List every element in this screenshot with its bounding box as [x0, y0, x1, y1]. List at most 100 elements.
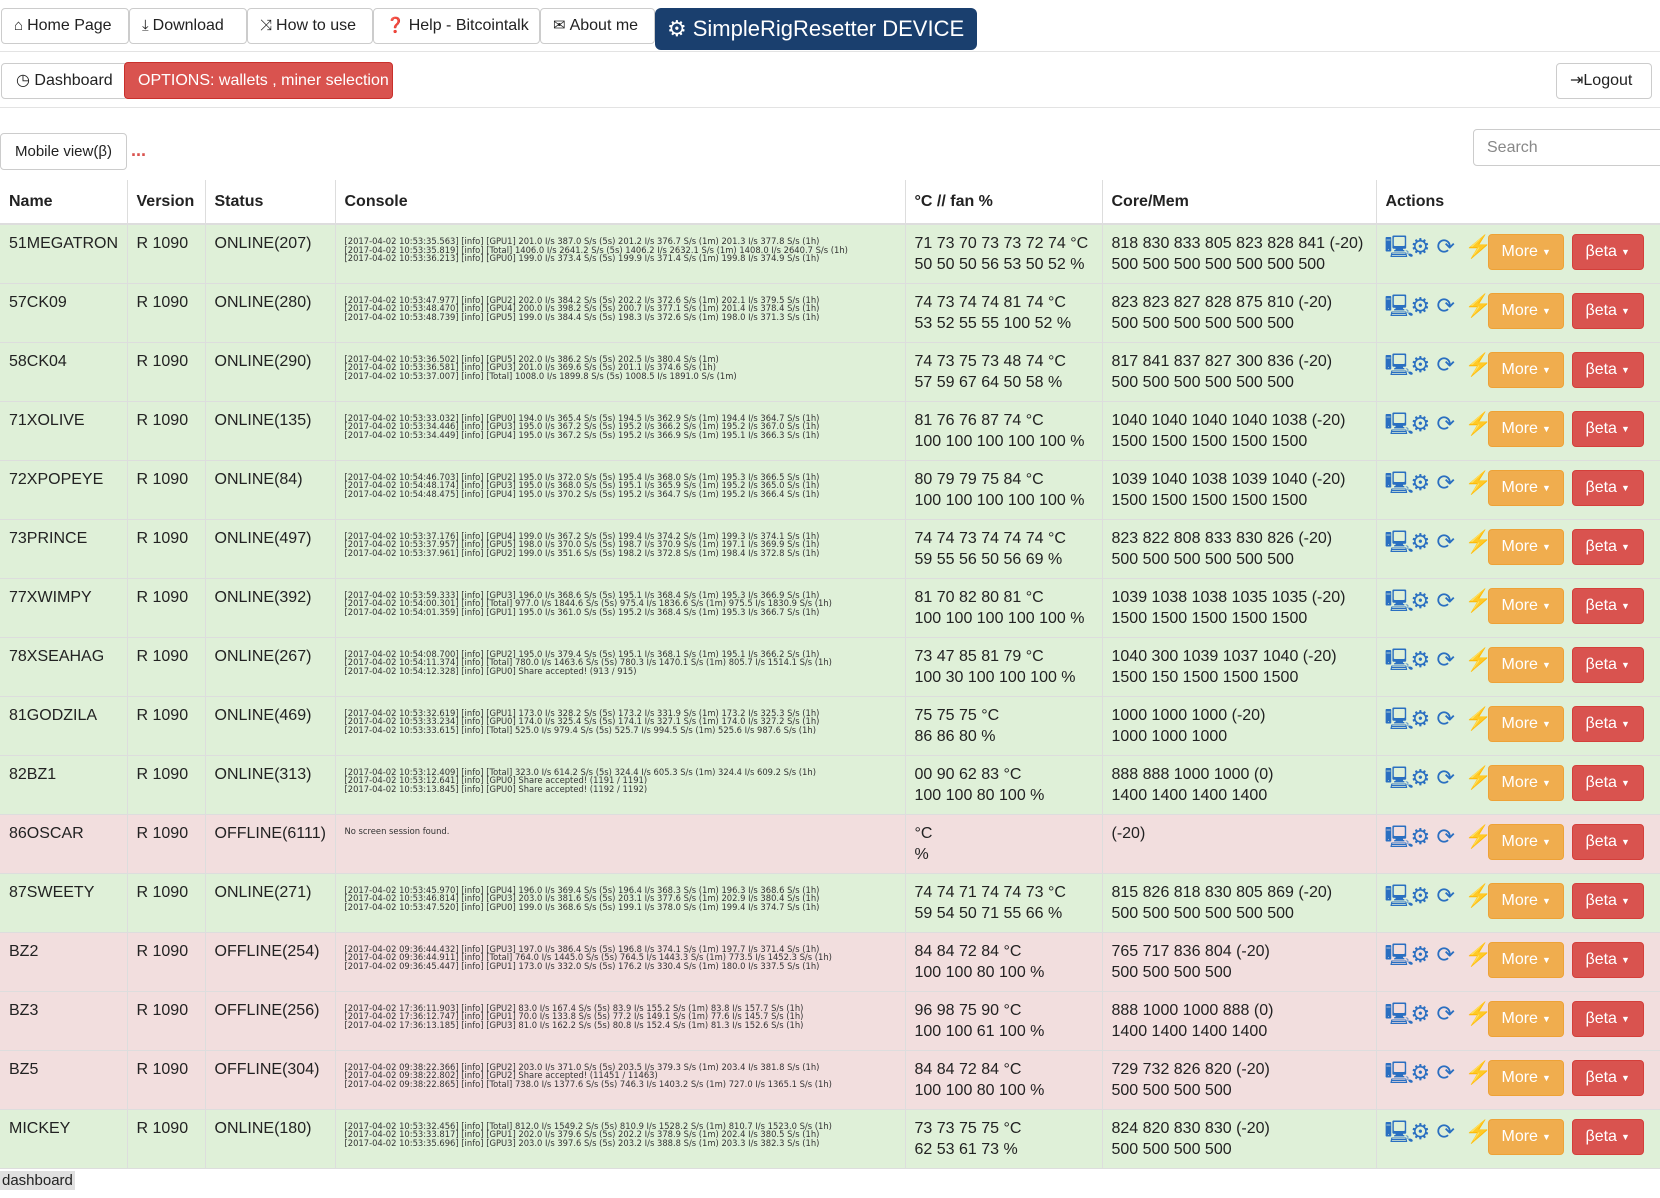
refresh-icon[interactable]: ⟳ — [1437, 411, 1455, 436]
refresh-icon[interactable]: ⟳ — [1437, 942, 1455, 967]
mobile-view-button[interactable]: Mobile view(β) — [0, 133, 127, 170]
gear-icon[interactable]: ⚙ — [1411, 1001, 1431, 1026]
refresh-icon[interactable]: ⟳ — [1437, 1060, 1455, 1085]
monitor-icon[interactable]: 🖳 — [1385, 765, 1414, 790]
more-dropdown-button[interactable]: More ▼ — [1487, 234, 1564, 270]
monitor-icon[interactable]: 🖳 — [1385, 235, 1414, 259]
refresh-icon[interactable]: ⟳ — [1437, 293, 1455, 318]
gear-icon[interactable]: ⚙ — [1411, 883, 1431, 908]
how-to-use-button[interactable]: ⤨ How to use — [247, 8, 373, 44]
more-dropdown-button[interactable]: More ▼ — [1487, 528, 1564, 565]
beta-dropdown-button[interactable]: βeta ▼ — [1571, 1000, 1644, 1037]
gear-icon[interactable]: ⚙ — [1411, 293, 1431, 318]
monitor-icon[interactable]: 🖳 — [1385, 824, 1414, 849]
more-dropdown-button[interactable]: More ▼ — [1487, 646, 1564, 683]
more-dropdown-button[interactable]: More ▼ — [1487, 292, 1564, 329]
monitor-icon[interactable]: 🖳 — [1385, 1119, 1414, 1144]
refresh-icon[interactable]: ⟳ — [1437, 883, 1455, 908]
more-dropdown-button[interactable]: More ▼ — [1487, 1118, 1564, 1155]
beta-dropdown-button[interactable]: βeta ▼ — [1571, 528, 1644, 565]
about-me-button[interactable]: ✉ About me — [540, 8, 655, 44]
gear-icon[interactable]: ⚙ — [1411, 1060, 1431, 1085]
download-button[interactable]: ⤓ Download — [129, 8, 247, 44]
rig-console: [2017-04-02 10:53:32.456] [info] [Total]… — [335, 1109, 906, 1169]
caret-down-icon: ▼ — [1620, 423, 1630, 434]
monitor-icon[interactable]: 🖳 — [1385, 529, 1414, 554]
gear-icon[interactable]: ⚙ — [1411, 765, 1431, 790]
gear-icon[interactable]: ⚙ — [1411, 588, 1431, 613]
refresh-icon[interactable]: ⟳ — [1437, 1119, 1455, 1144]
gear-icon[interactable]: ⚙ — [1411, 411, 1431, 436]
col-name[interactable]: Name — [0, 180, 128, 225]
col-temp-fan[interactable]: °C // fan % — [905, 180, 1103, 225]
gear-icon[interactable]: ⚙ — [1411, 824, 1431, 849]
more-dots[interactable]: ... — [131, 140, 146, 161]
more-dropdown-button[interactable]: More ▼ — [1487, 351, 1564, 388]
beta-dropdown-button[interactable]: βeta ▼ — [1571, 823, 1644, 860]
refresh-icon[interactable]: ⟳ — [1437, 588, 1455, 613]
home-page-button[interactable]: ⌂ Home Page — [1, 8, 129, 44]
gear-icon[interactable]: ⚙ — [1411, 1119, 1431, 1144]
monitor-icon[interactable]: 🖳 — [1385, 706, 1414, 731]
monitor-icon[interactable]: 🖳 — [1385, 1060, 1414, 1085]
more-dropdown-button[interactable]: More ▼ — [1487, 823, 1564, 860]
help-bitcointalk-button[interactable]: ❓ Help - Bitcointalk — [373, 8, 540, 44]
monitor-icon[interactable]: 🖳 — [1385, 293, 1414, 318]
monitor-icon[interactable]: 🖳 — [1385, 411, 1414, 436]
beta-dropdown-button[interactable]: βeta ▼ — [1571, 764, 1644, 801]
col-console[interactable]: Console — [335, 180, 906, 225]
monitor-icon[interactable]: 🖳 — [1385, 942, 1414, 967]
gear-icon[interactable]: ⚙ — [1411, 647, 1431, 672]
gear-icon[interactable]: ⚙ — [1411, 235, 1431, 259]
more-dropdown-button[interactable]: More ▼ — [1487, 764, 1564, 801]
search-input[interactable] — [1473, 129, 1660, 166]
logout-button[interactable]: ⇥Logout — [1556, 63, 1652, 99]
col-version[interactable]: Version — [127, 180, 206, 225]
gear-icon[interactable]: ⚙ — [1411, 470, 1431, 495]
refresh-icon[interactable]: ⟳ — [1437, 470, 1455, 495]
beta-dropdown-button[interactable]: βeta ▼ — [1571, 941, 1644, 978]
beta-dropdown-button[interactable]: βeta ▼ — [1571, 646, 1644, 683]
beta-dropdown-button[interactable]: βeta ▼ — [1571, 705, 1644, 742]
refresh-icon[interactable]: ⟳ — [1437, 647, 1455, 672]
more-dropdown-button[interactable]: More ▼ — [1487, 941, 1564, 978]
more-dropdown-button[interactable]: More ▼ — [1487, 410, 1564, 447]
gear-icon[interactable]: ⚙ — [1411, 942, 1431, 967]
monitor-icon[interactable]: 🖳 — [1385, 647, 1414, 672]
refresh-icon[interactable]: ⟳ — [1437, 352, 1455, 377]
refresh-icon[interactable]: ⟳ — [1437, 235, 1455, 259]
beta-dropdown-button[interactable]: βeta ▼ — [1571, 882, 1644, 919]
options-button[interactable]: OPTIONS: wallets , miner selection — [124, 62, 393, 99]
beta-dropdown-button[interactable]: βeta ▼ — [1571, 292, 1644, 329]
beta-dropdown-button[interactable]: βeta ▼ — [1571, 410, 1644, 447]
more-dropdown-button[interactable]: More ▼ — [1487, 587, 1564, 624]
col-core-mem[interactable]: Core/Mem — [1102, 180, 1377, 225]
dashboard-button[interactable]: ◷ Dashboard — [1, 63, 128, 99]
more-dropdown-button[interactable]: More ▼ — [1487, 469, 1564, 506]
monitor-icon[interactable]: 🖳 — [1385, 470, 1414, 495]
monitor-icon[interactable]: 🖳 — [1385, 352, 1414, 377]
refresh-icon[interactable]: ⟳ — [1437, 529, 1455, 554]
gear-icon[interactable]: ⚙ — [1411, 706, 1431, 731]
refresh-icon[interactable]: ⟳ — [1437, 1001, 1455, 1026]
more-dropdown-button[interactable]: More ▼ — [1487, 1059, 1564, 1096]
brand-button[interactable]: ⚙ SimpleRigResetter DEVICE — [655, 8, 977, 50]
more-dropdown-button[interactable]: More ▼ — [1487, 1000, 1564, 1037]
more-dropdown-button[interactable]: More ▼ — [1487, 882, 1564, 919]
beta-dropdown-button[interactable]: βeta ▼ — [1571, 234, 1644, 270]
monitor-icon[interactable]: 🖳 — [1385, 588, 1414, 613]
beta-dropdown-button[interactable]: βeta ▼ — [1571, 351, 1644, 388]
monitor-icon[interactable]: 🖳 — [1385, 1001, 1414, 1026]
beta-dropdown-button[interactable]: βeta ▼ — [1571, 469, 1644, 506]
beta-dropdown-button[interactable]: βeta ▼ — [1571, 1059, 1644, 1096]
beta-dropdown-button[interactable]: βeta ▼ — [1571, 1118, 1644, 1155]
refresh-icon[interactable]: ⟳ — [1437, 765, 1455, 790]
refresh-icon[interactable]: ⟳ — [1437, 706, 1455, 731]
monitor-icon[interactable]: 🖳 — [1385, 883, 1414, 908]
gear-icon[interactable]: ⚙ — [1411, 352, 1431, 377]
gear-icon[interactable]: ⚙ — [1411, 529, 1431, 554]
beta-dropdown-button[interactable]: βeta ▼ — [1571, 587, 1644, 624]
refresh-icon[interactable]: ⟳ — [1437, 824, 1455, 849]
col-status[interactable]: Status — [205, 180, 336, 225]
more-dropdown-button[interactable]: More ▼ — [1487, 705, 1564, 742]
